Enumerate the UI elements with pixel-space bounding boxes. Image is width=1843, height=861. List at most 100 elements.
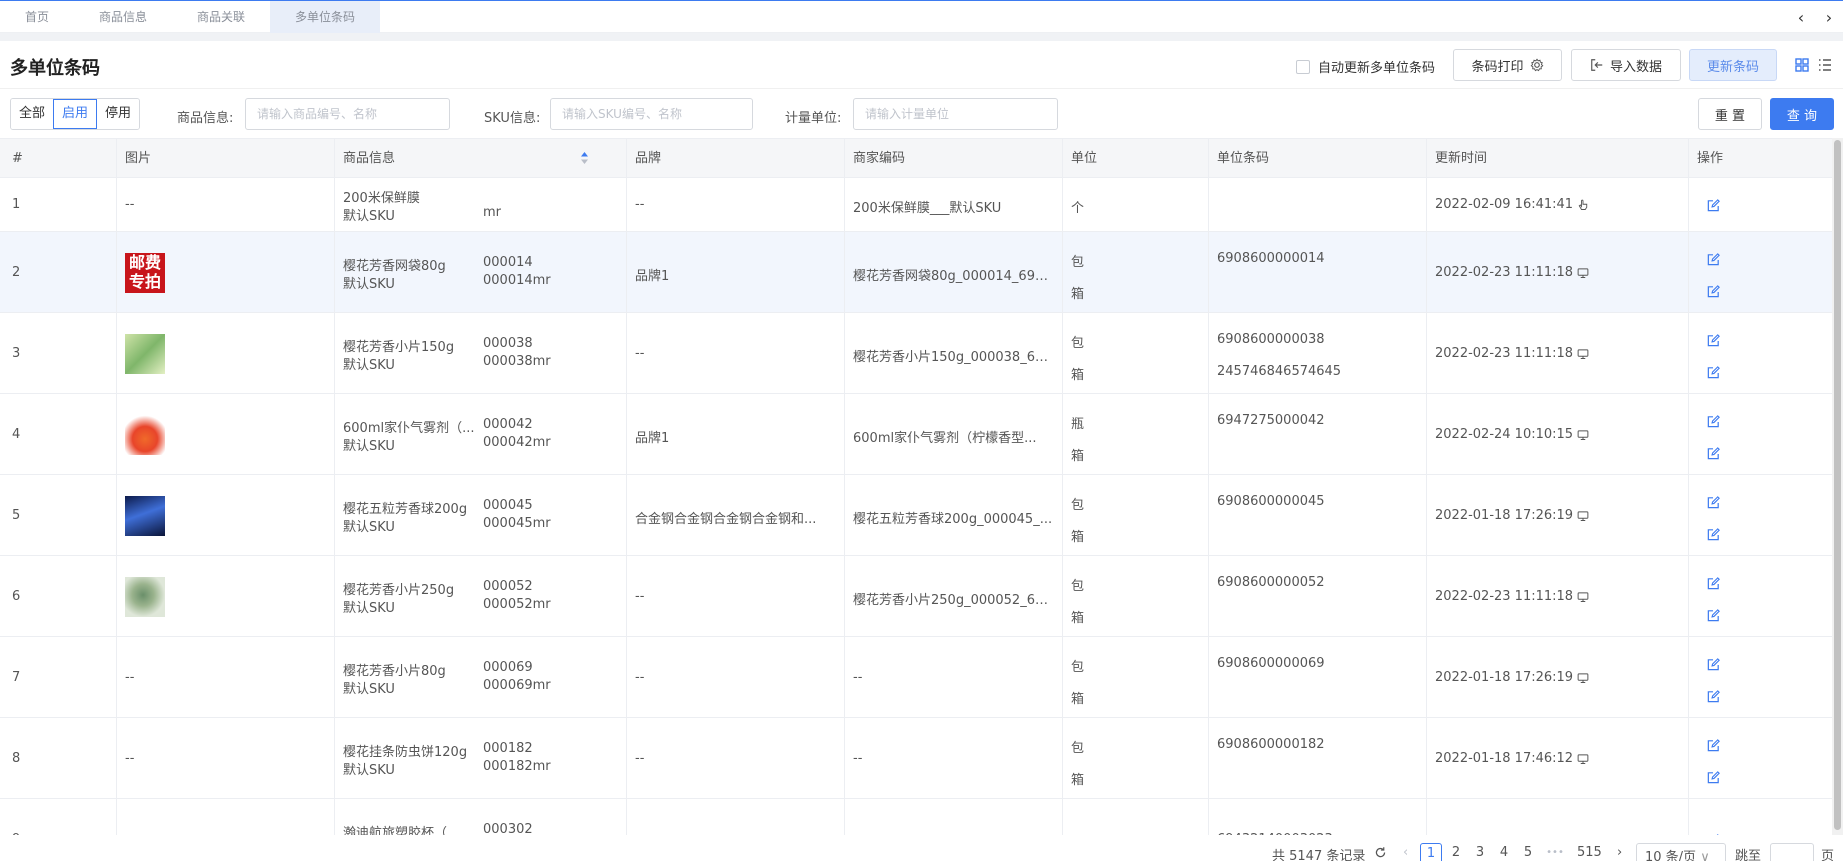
col-header-actions: 操作 [1697, 151, 1724, 166]
import-icon [1591, 59, 1603, 71]
page-last[interactable]: 515 [1577, 843, 1602, 861]
status-all-button[interactable]: 全部 [11, 99, 54, 129]
table-scrollbar[interactable] [1832, 138, 1843, 835]
edit-icon[interactable] [1706, 284, 1721, 299]
sku-search-input[interactable] [550, 98, 753, 130]
refresh-icon[interactable] [1374, 846, 1387, 859]
chevron-down-icon: ∨ [1700, 850, 1710, 861]
cell-image: 邮费 专拍 [117, 232, 335, 313]
col-header-goods-info[interactable]: 商品信息 [335, 139, 627, 178]
cell-updated-time [1427, 799, 1689, 835]
next-page-icon[interactable]: › [1617, 845, 1622, 860]
goods-name: 樱花挂条防虫饼120g [343, 745, 468, 760]
cell-unit-barcode: 6908600000014 [1209, 232, 1427, 313]
edit-icon[interactable] [1706, 770, 1721, 785]
sort-icon[interactable] [580, 151, 589, 165]
sku-name: 默认SKU [343, 358, 395, 373]
unit-barcode: 6908600000182 [1217, 736, 1325, 752]
unit-search-input[interactable] [853, 98, 1058, 130]
sku-filter-label: SKU信息: [484, 111, 541, 126]
cell-merchant-code: -- [845, 718, 1063, 799]
page-2[interactable]: 2 [1445, 843, 1467, 861]
sku-code: 000052mr [483, 597, 551, 612]
updated-time-text: 2022-02-23 11:11:18 [1435, 265, 1574, 280]
cell-updated-time: 2022-01-18 17:26:19 [1427, 475, 1689, 556]
auto-update-checkbox[interactable] [1296, 59, 1310, 74]
cell-goods-info: 樱花五粒芳香球200g 000045 默认SKU 000045mr [335, 475, 627, 556]
edit-icon[interactable] [1706, 198, 1721, 213]
page-ellipsis[interactable]: ••• [1544, 843, 1566, 861]
updated-time: 2022-02-23 11:11:18 [1435, 265, 1589, 280]
page-5[interactable]: 5 [1517, 843, 1539, 861]
page-size-select[interactable]: 10 条/页 ∨ [1636, 843, 1726, 861]
auto-update-toggle[interactable]: 自动更新多单位条码 [1296, 57, 1435, 76]
edit-icon[interactable] [1706, 527, 1721, 542]
desktop-icon [1577, 348, 1589, 359]
image-placeholder: -- [125, 751, 135, 766]
sku-name: 默认SKU [343, 439, 395, 454]
list-view-icon[interactable] [1817, 57, 1833, 73]
table-row: 1 -- 200米保鲜膜 默认SKU mr -- 200米保鲜膜___默认SKU 个 2022-… [0, 178, 1832, 232]
goods-code: 000038 [483, 336, 533, 351]
goods-code: 000045 [483, 498, 533, 513]
cell-unit: 包箱 [1063, 232, 1209, 313]
cell-merchant-code: 600ml家仆气雾剂（柠檬香型... [845, 394, 1063, 475]
row-index: 4 [12, 427, 21, 442]
goods-code: 000182 [483, 741, 533, 756]
edit-icon[interactable] [1706, 446, 1721, 461]
updated-time-text: 2022-02-23 11:11:18 [1435, 589, 1574, 604]
tab-goods-info[interactable]: 商品信息 [74, 1, 172, 34]
cell-brand: -- [627, 313, 845, 394]
status-enabled-button[interactable]: 启用 [53, 99, 98, 129]
unit-name: 瓶 [1071, 416, 1085, 432]
col-header-merchant-code: 商家编码 [845, 139, 1063, 178]
cell-actions [1689, 718, 1832, 799]
product-thumbnail: 邮费 专拍 [125, 253, 165, 293]
edit-icon[interactable] [1706, 576, 1721, 591]
row-index: 8 [12, 751, 21, 766]
cell-unit: 包箱 [1063, 475, 1209, 556]
edit-icon[interactable] [1706, 495, 1721, 510]
prev-page-icon[interactable]: ‹ [1403, 845, 1408, 860]
page-4[interactable]: 4 [1493, 843, 1515, 861]
unit-barcode: 6908600000014 [1217, 250, 1325, 266]
cell-updated-time: 2022-02-23 11:11:18 [1427, 313, 1689, 394]
grid-view-icon[interactable] [1794, 57, 1810, 73]
page-1[interactable]: 1 [1420, 843, 1442, 861]
goods-name: 樱花芳香小片150g [343, 340, 455, 355]
row-index: 7 [12, 670, 21, 685]
cell-actions [1689, 232, 1832, 313]
reset-button[interactable]: 重 置 [1698, 98, 1762, 130]
cell-unit: 包箱 [1063, 313, 1209, 394]
import-data-button[interactable]: 导入数据 [1571, 49, 1681, 81]
edit-icon[interactable] [1706, 657, 1721, 672]
edit-icon[interactable] [1706, 689, 1721, 704]
edit-icon[interactable] [1706, 252, 1721, 267]
edit-icon[interactable] [1706, 365, 1721, 380]
barcode-print-button[interactable]: 条码打印 [1453, 49, 1562, 81]
goods-name: 600ml家仆气雾剂（... [343, 421, 475, 436]
query-button[interactable]: 查 询 [1770, 98, 1834, 130]
updated-time-text: 2022-02-23 11:11:18 [1435, 346, 1574, 361]
cell-image: -- [117, 178, 335, 232]
jump-page-input[interactable] [1770, 843, 1814, 861]
cell-actions [1689, 799, 1832, 835]
edit-icon[interactable] [1706, 333, 1721, 348]
goods-search-input[interactable] [245, 98, 450, 130]
goods-code: 000014 [483, 255, 533, 270]
tab-goods-relation[interactable]: 商品关联 [172, 1, 270, 34]
tab-next-icon[interactable]: › [1817, 1, 1841, 34]
status-disabled-button[interactable]: 停用 [97, 99, 140, 129]
page-3[interactable]: 3 [1469, 843, 1491, 861]
edit-icon[interactable] [1706, 414, 1721, 429]
tab-prev-icon[interactable]: ‹ [1789, 1, 1813, 34]
edit-icon[interactable] [1706, 608, 1721, 623]
tab-bar: 首页 商品信息 商品关联 多单位条码 ‹ › [0, 0, 1843, 34]
update-barcode-button[interactable]: 更新条码 [1689, 49, 1777, 81]
sku-code: 000042mr [483, 435, 551, 450]
tab-home[interactable]: 首页 [0, 1, 74, 34]
edit-icon[interactable] [1706, 738, 1721, 753]
unit-barcode: 6908600000038 [1217, 331, 1325, 347]
table-scrollbar-thumb[interactable] [1834, 140, 1841, 830]
tab-multi-unit-barcode[interactable]: 多单位条码 [270, 1, 381, 34]
